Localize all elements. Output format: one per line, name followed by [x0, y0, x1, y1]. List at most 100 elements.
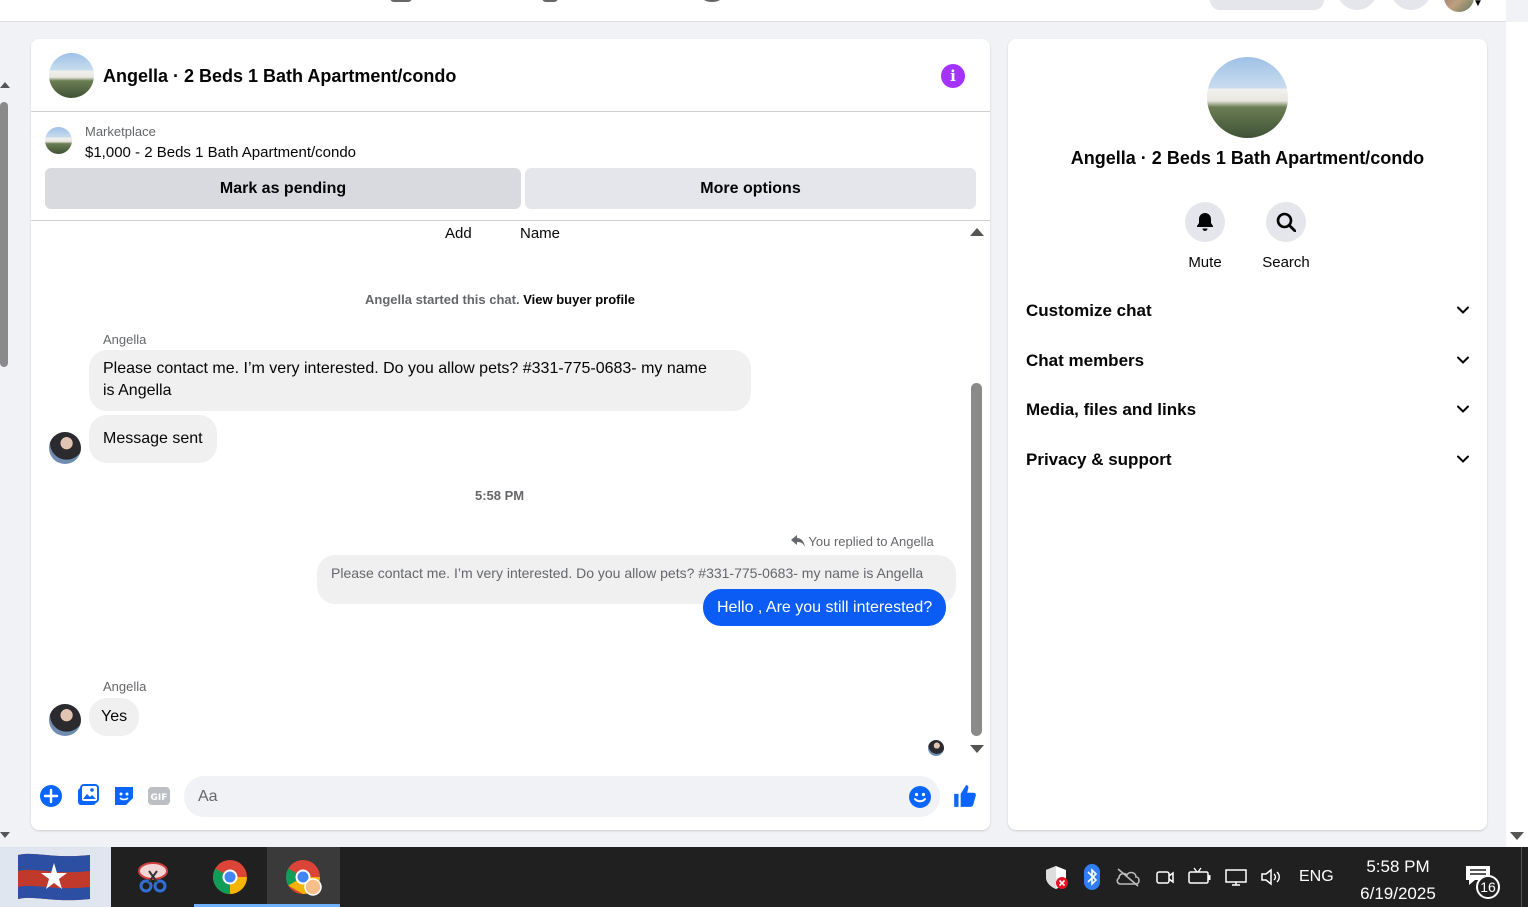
scroll-down-arrow[interactable] [0, 832, 10, 838]
notification-count-badge: 16 [1476, 875, 1500, 899]
bluetooth-icon[interactable] [1084, 864, 1100, 890]
listing-thumbnail[interactable] [45, 127, 72, 154]
scrollbar-thumb[interactable] [971, 383, 982, 736]
sender-avatar[interactable] [49, 704, 81, 736]
chat-panel: Angella · 2 Beds 1 Bath Apartment/condo … [31, 39, 990, 830]
message-input[interactable] [198, 776, 888, 817]
chat-started-text: Angella started this chat. [365, 292, 520, 307]
incoming-message-bubble[interactable]: Please contact me. I’m very interested. … [89, 350, 751, 411]
plus-icon[interactable] [39, 784, 63, 808]
listing-category: Marketplace [85, 124, 156, 139]
chat-title[interactable]: Angella · 2 Beds 1 Bath Apartment/condo [103, 66, 456, 87]
message-input-container [184, 776, 940, 817]
message-line: Please contact me. I’m very interested. … [103, 360, 707, 377]
message-list: Add Name Angella started this chat. View… [31, 222, 990, 770]
incoming-message-bubble[interactable]: Yes [89, 698, 140, 736]
section-media-files-links[interactable]: Media, files and links [1026, 390, 1472, 430]
home-nav-icon[interactable] [390, 0, 412, 2]
listing-avatar-large[interactable] [1207, 57, 1288, 138]
emoji-icon[interactable] [908, 785, 932, 814]
chrome-app[interactable] [194, 847, 267, 907]
onedrive-offline-icon[interactable] [1115, 867, 1141, 887]
sticker-icon[interactable] [112, 784, 136, 808]
search-label: Search [1262, 254, 1310, 271]
create-pill-button[interactable] [1210, 0, 1324, 10]
section-chat-members[interactable]: Chat members [1026, 341, 1472, 381]
info-icon[interactable]: i [941, 64, 965, 88]
mark-as-pending-button[interactable]: Mark as pending [45, 168, 521, 209]
view-buyer-profile-link[interactable]: View buyer profile [523, 292, 635, 307]
chevron-down-icon [1457, 306, 1469, 314]
chrome-icon [213, 860, 247, 894]
scroll-down-arrow[interactable] [970, 745, 984, 753]
partial-name-text: Name [520, 225, 561, 242]
scrollbar-thumb[interactable] [0, 102, 8, 367]
windows-taskbar: ENG 5:58 PM 6/19/2025 16 [0, 847, 1528, 907]
chrome-profile-app[interactable] [267, 847, 340, 907]
sender-name: Angella [103, 332, 147, 347]
system-clock[interactable]: 5:58 PM 6/19/2025 [1348, 853, 1448, 907]
mute-action[interactable]: Mute [1175, 202, 1235, 271]
incoming-message-bubble[interactable]: Message sent [89, 415, 217, 463]
svg-text:GIF: GIF [151, 793, 168, 803]
start-widget[interactable] [0, 847, 111, 907]
security-shield-icon[interactable] [1043, 864, 1069, 890]
chevron-down-icon: ▼ [1473, 0, 1483, 9]
scroll-up-arrow[interactable] [0, 82, 10, 88]
section-label: Media, files and links [1026, 400, 1197, 419]
clock-time: 5:58 PM [1366, 857, 1430, 876]
scroll-down-arrow[interactable] [1510, 832, 1524, 840]
listing-price-title[interactable]: $1,000 - 2 Beds 1 Bath Apartment/condo [85, 144, 356, 161]
photo-icon[interactable] [76, 784, 100, 808]
clock-date: 6/19/2025 [1360, 884, 1436, 903]
right-page-scrollbar[interactable] [1506, 22, 1528, 847]
scissors-icon [138, 862, 168, 893]
video-nav-icon[interactable] [542, 0, 558, 2]
section-label: Chat members [1026, 351, 1145, 370]
chat-header: Angella · 2 Beds 1 Bath Apartment/condo … [31, 39, 990, 112]
flag-icon [18, 853, 90, 901]
search-icon[interactable] [1266, 202, 1306, 242]
like-thumb-icon[interactable] [952, 783, 978, 809]
chevron-down-icon [1457, 356, 1469, 364]
info-panel-title: Angella · 2 Beds 1 Bath Apartment/condo [1070, 148, 1425, 168]
page-scrollbar[interactable] [0, 80, 12, 840]
account-avatar[interactable] [1444, 0, 1474, 12]
snipping-tool-app[interactable] [117, 847, 190, 907]
notification-center-button[interactable]: 16 [1465, 865, 1501, 899]
scroll-up-arrow[interactable] [970, 228, 984, 236]
listing-banner: Marketplace $1,000 - 2 Beds 1 Bath Apart… [31, 113, 990, 221]
battery-icon[interactable] [1187, 867, 1213, 887]
reply-indicator-text: You replied to Angella [808, 534, 934, 549]
partial-add-text: Add [445, 225, 472, 242]
conversation-info-panel: Angella · 2 Beds 1 Bath Apartment/condo … [1008, 39, 1487, 830]
marketplace-nav-icon[interactable] [702, 0, 722, 2]
more-options-button[interactable]: More options [525, 168, 976, 209]
menu-button[interactable] [1337, 0, 1377, 10]
section-privacy-support[interactable]: Privacy & support [1026, 440, 1472, 480]
chat-started-notice: Angella started this chat. View buyer pr… [365, 292, 635, 307]
outgoing-message-bubble[interactable]: Hello , Are you still interested? [703, 589, 947, 626]
language-indicator[interactable]: ENG [1299, 847, 1334, 907]
reply-indicator: You replied to Angella [791, 534, 934, 549]
network-icon[interactable] [1224, 867, 1248, 887]
reply-arrow-icon [791, 535, 805, 547]
camera-icon[interactable] [1155, 867, 1175, 887]
top-navigation-bar: ▼ [0, 0, 1506, 22]
listing-avatar[interactable] [49, 53, 94, 98]
read-receipt-avatar [928, 740, 944, 756]
bell-icon[interactable] [1185, 202, 1225, 242]
chrome-profile-icon [286, 860, 322, 896]
message-timestamp: 5:58 PM [475, 488, 525, 503]
show-desktop-button[interactable] [1521, 847, 1528, 907]
chevron-down-icon [1457, 405, 1469, 413]
volume-icon[interactable] [1260, 867, 1284, 887]
search-action[interactable]: Search [1256, 202, 1316, 271]
sender-name: Angella [103, 679, 147, 694]
message-scrollbar[interactable] [969, 222, 989, 762]
message-line: is Angella [103, 382, 172, 399]
section-customize-chat[interactable]: Customize chat [1026, 291, 1472, 331]
gif-icon[interactable]: GIF [147, 784, 171, 808]
messenger-button[interactable] [1391, 0, 1431, 10]
sender-avatar[interactable] [49, 432, 81, 464]
